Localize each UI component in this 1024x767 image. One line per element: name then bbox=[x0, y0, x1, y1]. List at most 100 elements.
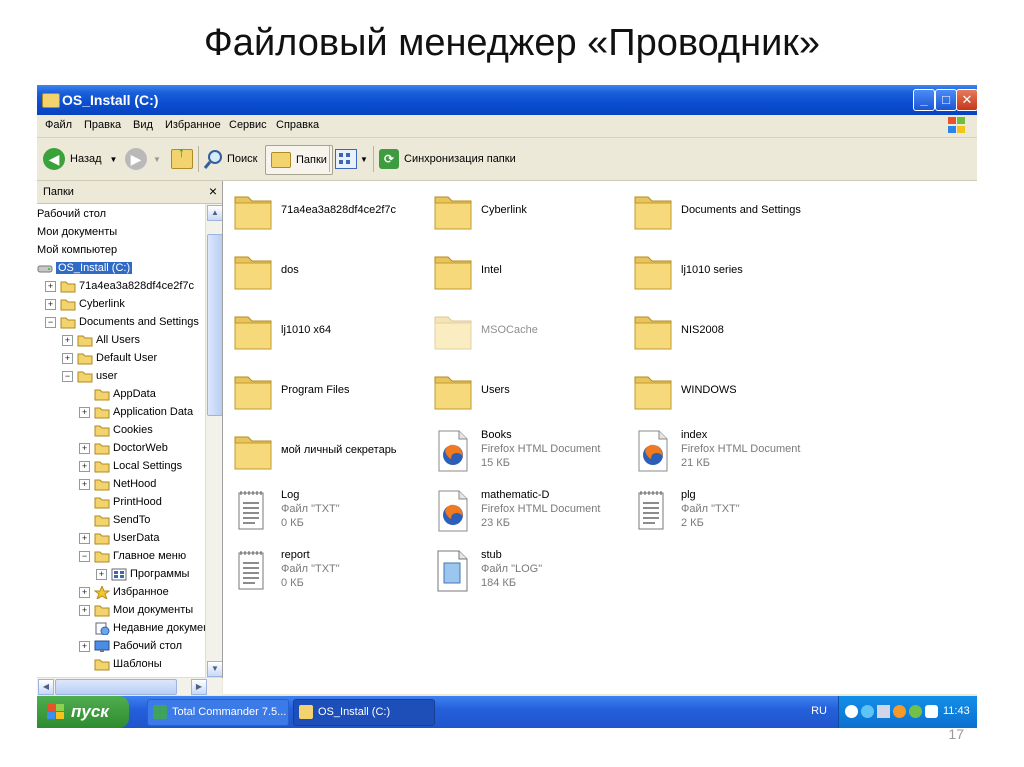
maximize-button[interactable]: □ bbox=[935, 89, 957, 111]
file-item[interactable]: NIS2008 bbox=[633, 309, 833, 359]
search-button[interactable]: Поиск bbox=[203, 145, 257, 173]
expand-icon[interactable]: + bbox=[79, 641, 90, 652]
task-total-commander[interactable]: Total Commander 7.5... bbox=[147, 699, 289, 726]
close-icon[interactable]: × bbox=[209, 183, 217, 199]
file-item[interactable]: Users bbox=[433, 369, 633, 419]
scroll-thumb[interactable] bbox=[55, 679, 177, 695]
file-item[interactable]: index Firefox HTML Document 21 КБ bbox=[633, 429, 833, 479]
file-item[interactable]: MSOCache bbox=[433, 309, 633, 359]
scroll-up-icon[interactable]: ▲ bbox=[207, 205, 222, 221]
tray-icon[interactable] bbox=[861, 705, 874, 718]
tree-item[interactable]: + NetHood bbox=[37, 475, 205, 493]
tree-item[interactable]: Шаблоны bbox=[37, 655, 205, 673]
file-item[interactable]: mathematic-D Firefox HTML Document 23 КБ bbox=[433, 489, 633, 539]
tree-item[interactable]: Cookies bbox=[37, 421, 205, 439]
file-item[interactable]: мой личный секретарь bbox=[233, 429, 433, 479]
folder-icon bbox=[94, 478, 110, 494]
expand-icon[interactable]: + bbox=[45, 299, 56, 310]
back-button[interactable]: ◀ Назад ▼ bbox=[43, 145, 117, 173]
tray-icon[interactable] bbox=[877, 705, 890, 718]
tray-icon[interactable] bbox=[845, 705, 858, 718]
tray-icon[interactable] bbox=[925, 705, 938, 718]
tree-item[interactable]: Мои документы bbox=[37, 223, 205, 241]
tree-item[interactable]: + Local Settings bbox=[37, 457, 205, 475]
tree-item[interactable]: + Программы bbox=[37, 565, 205, 583]
tree-item[interactable]: − Documents and Settings bbox=[37, 313, 205, 331]
menu-favorites[interactable]: Избранное bbox=[165, 119, 221, 131]
folders-button[interactable]: Папки bbox=[265, 145, 333, 175]
file-item[interactable]: Documents and Settings bbox=[633, 189, 833, 239]
expand-icon[interactable]: + bbox=[79, 587, 90, 598]
clock[interactable]: 11:43 bbox=[943, 705, 970, 717]
scroll-down-icon[interactable]: ▼ bbox=[207, 661, 222, 677]
tree-item[interactable]: + Избранное bbox=[37, 583, 205, 601]
start-button[interactable]: пуск bbox=[37, 696, 129, 728]
tree-item[interactable]: + Мои документы bbox=[37, 601, 205, 619]
tree-horizontal-scrollbar[interactable]: ◀ ▶ bbox=[37, 677, 222, 695]
collapse-icon[interactable]: − bbox=[79, 551, 90, 562]
file-item[interactable]: lj1010 series bbox=[633, 249, 833, 299]
expand-icon[interactable]: + bbox=[79, 533, 90, 544]
expand-icon[interactable]: + bbox=[79, 407, 90, 418]
tree-item[interactable]: +71a4ea3a828df4ce2f7c bbox=[37, 277, 205, 295]
tree-item[interactable]: + Default User bbox=[37, 349, 205, 367]
file-item[interactable]: lj1010 x64 bbox=[233, 309, 433, 359]
tree-item[interactable]: Мой компьютер bbox=[37, 241, 205, 259]
tree-item[interactable]: PrintHood bbox=[37, 493, 205, 511]
file-item[interactable]: Log Файл "TXT" 0 КБ bbox=[233, 489, 433, 539]
file-item[interactable]: Books Firefox HTML Document 15 КБ bbox=[433, 429, 633, 479]
tree-item[interactable]: + Cyberlink bbox=[37, 295, 205, 313]
file-item[interactable]: plg Файл "TXT" 2 КБ bbox=[633, 489, 833, 539]
tree-item[interactable]: SendTo bbox=[37, 511, 205, 529]
tree-item[interactable]: AppData bbox=[37, 385, 205, 403]
tree-item[interactable]: + UserData bbox=[37, 529, 205, 547]
title-bar[interactable]: OS_Install (C:) _ □ ✕ bbox=[37, 85, 977, 115]
language-indicator[interactable]: RU bbox=[811, 705, 827, 717]
file-item[interactable]: stub Файл "LOG" 184 КБ bbox=[433, 549, 633, 599]
file-item[interactable]: report Файл "TXT" 0 КБ bbox=[233, 549, 433, 599]
scroll-left-icon[interactable]: ◀ bbox=[38, 679, 54, 695]
expand-icon[interactable]: + bbox=[79, 443, 90, 454]
up-folder-button[interactable]: ↑ bbox=[171, 144, 193, 173]
scroll-thumb[interactable] bbox=[207, 234, 222, 416]
tree-item[interactable]: + Рабочий стол bbox=[37, 637, 205, 655]
expand-icon[interactable]: + bbox=[45, 281, 56, 292]
menu-help[interactable]: Справка bbox=[276, 119, 319, 131]
collapse-icon[interactable]: − bbox=[62, 371, 73, 382]
tree-item[interactable]: Рабочий стол bbox=[37, 205, 205, 223]
task-explorer[interactable]: OS_Install (C:) bbox=[293, 699, 435, 726]
expand-icon[interactable]: + bbox=[62, 335, 73, 346]
tree-item[interactable]: OS_Install (C:) bbox=[37, 259, 205, 277]
expand-icon[interactable]: + bbox=[79, 461, 90, 472]
tray-icon[interactable] bbox=[909, 705, 922, 718]
views-button[interactable]: ▼ bbox=[335, 145, 368, 173]
tree-item[interactable]: + DoctorWeb bbox=[37, 439, 205, 457]
tree-item[interactable]: − user bbox=[37, 367, 205, 385]
file-item[interactable]: Intel bbox=[433, 249, 633, 299]
file-item[interactable]: Cyberlink bbox=[433, 189, 633, 239]
file-item[interactable]: WINDOWS bbox=[633, 369, 833, 419]
file-item[interactable]: Program Files bbox=[233, 369, 433, 419]
menu-tools[interactable]: Сервис bbox=[229, 119, 267, 131]
tree-item[interactable]: − Главное меню bbox=[37, 547, 205, 565]
scroll-right-icon[interactable]: ▶ bbox=[191, 679, 207, 695]
tree-item[interactable]: Недавние документ bbox=[37, 619, 205, 637]
expand-icon[interactable]: + bbox=[96, 569, 107, 580]
menu-edit[interactable]: Правка bbox=[84, 119, 121, 131]
forward-button[interactable]: ▶ ▼ bbox=[125, 145, 161, 173]
file-item[interactable]: dos bbox=[233, 249, 433, 299]
collapse-icon[interactable]: − bbox=[45, 317, 56, 328]
sync-folder-button[interactable]: ⟳ Синхронизация папки bbox=[379, 145, 516, 173]
tray-icon[interactable] bbox=[893, 705, 906, 718]
file-item[interactable]: 71a4ea3a828df4ce2f7c bbox=[233, 189, 433, 239]
expand-icon[interactable]: + bbox=[79, 605, 90, 616]
tree-vertical-scrollbar[interactable]: ▲ ▼ bbox=[205, 204, 222, 678]
minimize-button[interactable]: _ bbox=[913, 89, 935, 111]
menu-view[interactable]: Вид bbox=[133, 119, 153, 131]
expand-icon[interactable]: + bbox=[62, 353, 73, 364]
menu-file[interactable]: Файл bbox=[45, 119, 72, 131]
tree-item[interactable]: + All Users bbox=[37, 331, 205, 349]
expand-icon[interactable]: + bbox=[79, 479, 90, 490]
tree-item[interactable]: + Application Data bbox=[37, 403, 205, 421]
close-button[interactable]: ✕ bbox=[956, 89, 977, 111]
